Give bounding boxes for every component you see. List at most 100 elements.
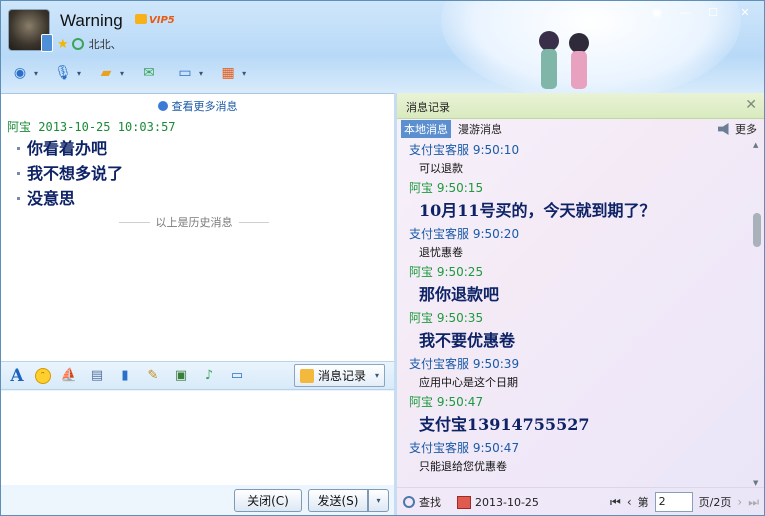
history-list: 支付宝客服 9:50:10 可以退款 阿宝 9:50:15 10月11号买的，今… bbox=[409, 141, 749, 477]
clock-icon bbox=[157, 101, 168, 111]
history-entry-text: 可以退款 bbox=[419, 162, 463, 175]
last-page-icon[interactable]: ⏭ bbox=[748, 495, 759, 510]
qzone-icon[interactable] bbox=[71, 38, 84, 50]
page-suffix: 页/2页 bbox=[698, 496, 732, 509]
send-button[interactable]: 发送(S) bbox=[308, 489, 368, 512]
history-icon bbox=[300, 368, 314, 383]
history-entry-text: 退忧惠卷 bbox=[419, 246, 463, 259]
search-link[interactable]: 查找 bbox=[419, 494, 441, 510]
first-page-icon[interactable]: ⏮ bbox=[610, 495, 621, 510]
couple-illustration bbox=[539, 31, 589, 89]
history-entry-meta: 阿宝 9:50:47 bbox=[409, 395, 484, 409]
message-input[interactable] bbox=[1, 391, 394, 485]
image-icon[interactable]: ▣ bbox=[171, 366, 191, 386]
window-controls: ▣ — ☐ ✕ bbox=[644, 3, 762, 21]
message-line: 你看着办吧 bbox=[17, 136, 123, 161]
history-panel-title: 消息记录 bbox=[397, 93, 764, 119]
screenshot-icon[interactable]: ▭ bbox=[227, 366, 247, 386]
send-options-button[interactable]: ▾ bbox=[368, 489, 389, 512]
star-icon[interactable]: ★ bbox=[57, 37, 69, 52]
gif-icon[interactable]: ▤ bbox=[87, 366, 107, 386]
history-footer: 查找 2013-10-25 ⏮ ‹ 第 2 页/2页 › ⏭ bbox=[397, 487, 764, 515]
scrollbar-thumb[interactable] bbox=[753, 213, 761, 247]
voice-call-button[interactable]: 🎙 ▾ bbox=[50, 60, 83, 86]
sms-icon: ✉ bbox=[143, 65, 155, 81]
send-sms-button[interactable]: ✉ bbox=[136, 60, 162, 86]
chat-window: Warning VIP5 ★ 北北、 ▣ — ☐ ✕ ◉ ▾ 🎙 ▾ ▰ ▾ ✉… bbox=[0, 0, 765, 516]
shake-icon[interactable]: ⛵ bbox=[59, 366, 79, 386]
chat-message-area[interactable]: 查看更多消息 阿宝 2013-10-25 10:03:57 你看着办吧 我不想多… bbox=[1, 93, 394, 361]
message-list: 你看着办吧 我不想多说了 没意思 bbox=[17, 136, 123, 211]
search-icon[interactable] bbox=[403, 496, 415, 508]
remote-assist-button[interactable]: ▭ ▾ bbox=[172, 60, 205, 86]
pager: ⏮ ‹ 第 2 页/2页 › ⏭ bbox=[610, 492, 759, 512]
tab-roaming-messages[interactable]: 漫游消息 bbox=[455, 120, 505, 138]
next-page-icon[interactable]: › bbox=[737, 495, 742, 509]
view-more-messages-link[interactable]: 查看更多消息 bbox=[1, 98, 394, 114]
history-entry-text: 只能退给您优惠卷 bbox=[419, 460, 507, 473]
history-separator: 以上是历史消息 bbox=[119, 214, 269, 230]
minimize-button[interactable]: — bbox=[672, 3, 698, 21]
contact-nickname: Warning bbox=[60, 11, 123, 30]
history-tabs: 本地消息 漫游消息 bbox=[397, 119, 764, 138]
history-entry-meta: 支付宝客服 9:50:47 bbox=[409, 441, 520, 455]
message-line: 没意思 bbox=[17, 186, 123, 211]
history-entry-meta: 支付宝客服 9:50:10 bbox=[409, 143, 520, 157]
history-entry-text: 那你退款吧 bbox=[419, 285, 500, 304]
history-entry-meta: 阿宝 9:50:35 bbox=[409, 311, 484, 325]
calendar-icon[interactable] bbox=[457, 495, 471, 509]
crown-icon bbox=[135, 14, 147, 24]
apps-button[interactable]: ▦ ▾ bbox=[215, 60, 248, 86]
note-icon[interactable]: ✎ bbox=[143, 366, 163, 386]
history-entry-meta: 阿宝 9:50:15 bbox=[409, 181, 484, 195]
signature: 北北、 bbox=[88, 38, 122, 51]
date-label[interactable]: 2013-10-25 bbox=[475, 496, 539, 509]
font-icon[interactable]: A bbox=[7, 366, 27, 386]
page-prefix: 第 bbox=[637, 496, 649, 509]
music-icon[interactable]: ♪ bbox=[199, 366, 219, 386]
page-number-input[interactable]: 2 bbox=[654, 492, 693, 512]
vip-label: VIP5 bbox=[149, 15, 175, 26]
status-row: ★ 北北、 bbox=[57, 36, 122, 52]
voice-message-icon[interactable]: ▮ bbox=[115, 366, 135, 386]
history-entry-meta: 支付宝客服 9:50:39 bbox=[409, 357, 520, 371]
message-timestamp: 2013-10-25 10:03:57 bbox=[38, 120, 176, 134]
mobile-online-icon bbox=[41, 34, 53, 52]
skin-button[interactable]: ▣ bbox=[644, 3, 670, 21]
history-entry-text: 我不要优惠卷 bbox=[419, 331, 516, 350]
message-header: 阿宝 2013-10-25 10:03:57 bbox=[7, 118, 176, 135]
more-button[interactable]: 更多 bbox=[718, 121, 757, 137]
close-history-icon[interactable]: ✕ bbox=[745, 97, 757, 113]
scroll-up-icon[interactable]: ▲ bbox=[753, 141, 758, 149]
screen-icon: ▭ bbox=[178, 65, 192, 81]
message-line: 我不想多说了 bbox=[17, 161, 123, 186]
avatar[interactable] bbox=[8, 9, 53, 52]
tab-local-messages[interactable]: 本地消息 bbox=[401, 119, 451, 138]
vip-badge[interactable]: VIP5 bbox=[135, 14, 175, 26]
message-history-button[interactable]: 消息记录 ▾ bbox=[294, 364, 385, 387]
history-entry-meta: 支付宝客服 9:50:20 bbox=[409, 227, 520, 241]
microphone-icon: 🎙 bbox=[54, 65, 72, 81]
history-entry-text: 应用中心是这个日期 bbox=[419, 376, 518, 389]
scroll-down-icon[interactable]: ▼ bbox=[753, 479, 758, 487]
main-toolbar: ◉ ▾ 🎙 ▾ ▰ ▾ ✉ ▭ ▾ ▦ ▾ bbox=[7, 60, 248, 86]
app-grid-icon: ▦ bbox=[221, 65, 235, 81]
close-window-button[interactable]: ✕ bbox=[728, 3, 762, 21]
chevron-down-icon: ▾ bbox=[374, 371, 379, 380]
history-entry-meta: 阿宝 9:50:25 bbox=[409, 265, 484, 279]
video-call-button[interactable]: ◉ ▾ bbox=[7, 60, 40, 86]
folder-icon: ▰ bbox=[100, 65, 112, 81]
webcam-icon: ◉ bbox=[13, 65, 27, 81]
close-button[interactable]: 关闭(C) bbox=[234, 489, 302, 512]
maximize-button[interactable]: ☐ bbox=[700, 3, 726, 21]
history-entry-text: 支付宝13914755527 bbox=[419, 415, 590, 434]
message-history-panel: 消息记录 ✕ 本地消息 漫游消息 更多 支付宝客服 9:50:10 可以退款 阿… bbox=[397, 93, 764, 515]
sender-name: 阿宝 bbox=[7, 120, 32, 134]
send-file-button[interactable]: ▰ ▾ bbox=[93, 60, 126, 86]
history-entry-text: 10月11号买的，今天就到期了？ bbox=[419, 201, 656, 220]
history-scrollbar[interactable]: ▲ ▼ bbox=[752, 141, 762, 487]
speaker-icon bbox=[718, 123, 729, 135]
emoji-icon[interactable]: ᵔ bbox=[35, 367, 51, 384]
header: Warning VIP5 ★ 北北、 ▣ — ☐ ✕ ◉ ▾ 🎙 ▾ ▰ ▾ ✉… bbox=[1, 1, 764, 101]
prev-page-icon[interactable]: ‹ bbox=[627, 495, 632, 509]
